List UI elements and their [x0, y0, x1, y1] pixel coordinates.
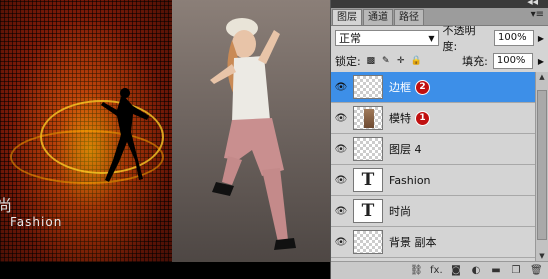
eye-icon[interactable]: 👁 [331, 82, 351, 93]
adjustment-icon[interactable]: ◐ [470, 265, 482, 276]
chevron-down-icon: ▼ [428, 33, 435, 43]
canvas-bottom-edge [0, 262, 330, 279]
layer-thumbnail [353, 137, 383, 161]
fashion-text-layer: Fashion [10, 215, 63, 229]
model-figure [210, 18, 296, 250]
text-layer-thumbnail: T [353, 168, 383, 192]
tab-paths[interactable]: 路径 [394, 9, 424, 25]
fill-field[interactable]: 100% [492, 53, 533, 69]
eye-icon[interactable]: 👁 [331, 113, 351, 124]
opacity-dropdown-icon[interactable]: ▶ [538, 34, 544, 43]
layer-name: 边框 [389, 81, 411, 94]
opacity-label: 不透明度: [442, 24, 476, 53]
eye-icon[interactable]: 👁 [331, 144, 351, 155]
lock-transparent-icon[interactable]: ▩ [366, 56, 376, 66]
shishang-text-layer: 尚 [0, 196, 13, 215]
lock-position-icon[interactable]: ✛ [396, 56, 406, 66]
dancer-silhouette [101, 88, 149, 182]
layer-thumbnail [353, 106, 383, 130]
lock-all-icon[interactable]: 🔒 [411, 56, 422, 66]
layer-name: 图层 4 [389, 143, 422, 156]
eye-icon[interactable]: 👁 [331, 175, 351, 186]
lock-row: 锁定: ▩ ✎ ✛ 🔒 填充: 100% ▶ [331, 50, 548, 73]
fill-dropdown-icon[interactable]: ▶ [538, 57, 544, 66]
eye-icon[interactable]: 👁 [331, 206, 351, 217]
model-photo [172, 0, 330, 262]
layer-name: 模特 [389, 112, 411, 125]
tab-layers[interactable]: 图层 [332, 9, 362, 25]
panel-tabs: 图层 通道 路径 ▾≡ [331, 8, 548, 26]
opacity-field[interactable]: 100% [494, 30, 534, 46]
layer-row-layer4[interactable]: 👁 图层 4 [331, 134, 535, 165]
step-badge: 2 [415, 79, 430, 95]
panel-title-bar: ◀◀ [331, 0, 548, 8]
panel-footer: ⛓ fx. ◙ ◐ ▬ ❐ 🗑 [331, 261, 548, 279]
text-layer-thumbnail: T [353, 199, 383, 223]
layer-row-shishang[interactable]: 👁 T 时尚 [331, 196, 535, 227]
layer-row-fashion[interactable]: 👁 T Fashion [331, 165, 535, 196]
lock-pixels-icon[interactable]: ✎ [381, 56, 391, 66]
layer-thumbnail [353, 75, 383, 99]
group-icon[interactable]: ▬ [490, 265, 502, 276]
layer-thumbnail [353, 230, 383, 254]
blend-mode-value: 正常 [339, 32, 361, 45]
scroll-down-icon[interactable]: ▼ [536, 251, 548, 261]
layer-row-border[interactable]: 👁 边框 2 [331, 72, 535, 103]
collapse-icon[interactable]: ◀◀ [527, 0, 538, 6]
document-canvas: 尚 Fashion [0, 0, 330, 279]
trash-icon[interactable]: 🗑 [530, 265, 543, 276]
layers-scrollbar[interactable]: ▲ ▼ [535, 72, 548, 261]
scroll-up-icon[interactable]: ▲ [536, 72, 548, 82]
scroll-thumb[interactable] [537, 90, 547, 240]
mask-icon[interactable]: ◙ [450, 265, 462, 276]
lock-label: 锁定: [335, 55, 361, 68]
step-badge: 1 [415, 110, 430, 126]
fx-icon[interactable]: fx. [430, 265, 443, 276]
layers-panel: ◀◀ 图层 通道 路径 ▾≡ 正常 ▼ 不透明度: 100% ▶ 锁定: ▩ ✎… [330, 0, 548, 279]
layer-name: Fashion [389, 173, 431, 187]
layer-row-model[interactable]: 👁 模特 1 [331, 103, 535, 134]
layer-name: 时尚 [389, 205, 411, 218]
fill-label: 填充: [462, 55, 488, 68]
panel-menu-icon[interactable]: ▾≡ [531, 9, 544, 20]
link-icon[interactable]: ⛓ [410, 265, 423, 276]
blend-row: 正常 ▼ 不透明度: 100% ▶ [331, 24, 548, 53]
new-layer-icon[interactable]: ❐ [510, 265, 522, 276]
tab-channels[interactable]: 通道 [363, 9, 393, 25]
layer-list: 👁 边框 2 👁 模特 1 👁 图层 4 👁 T Fashion 👁 T 时尚 [331, 72, 535, 261]
layer-name: 背景 副本 [389, 236, 437, 249]
layer-row-bg-copy[interactable]: 👁 背景 副本 [331, 227, 535, 258]
blend-mode-select[interactable]: 正常 ▼ [335, 30, 439, 46]
eye-icon[interactable]: 👁 [331, 237, 351, 248]
